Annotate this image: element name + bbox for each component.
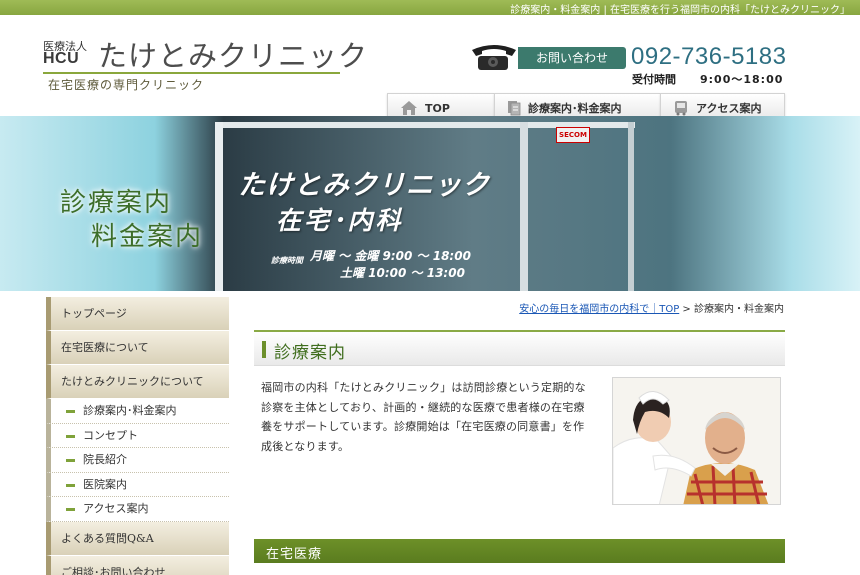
hero-title-line1: 診療案内 bbox=[60, 188, 173, 218]
document-icon bbox=[508, 101, 521, 116]
hero-banner: SECOM 診療案内 料金案内 たけとみクリニック 在宅･内科 診療時間 月曜 … bbox=[0, 116, 860, 291]
sidebar-subitem-label: 診療案内･料金案内 bbox=[83, 404, 177, 417]
site-header: 医療法人 HCU たけとみクリニック 在宅医療の専門クリニック お問い合わせ 0… bbox=[0, 15, 860, 123]
breadcrumb-separator: > bbox=[679, 304, 694, 315]
logo-hcu: HCU bbox=[43, 50, 80, 67]
home-icon bbox=[401, 101, 417, 115]
security-sign: SECOM bbox=[556, 127, 590, 143]
window-frame bbox=[520, 122, 528, 291]
top-strip-text: 診療案内・料金案内 | 在宅医療を行う福岡市の内科「たけとみクリニック」 bbox=[510, 5, 850, 16]
sidebar-subitem-label: コンセプト bbox=[83, 428, 138, 442]
intro-text: 福岡市の内科「たけとみクリニック」は訪問診療という定期的な診察を主体としており、… bbox=[261, 381, 586, 453]
section-heading: 診療案内 bbox=[254, 330, 785, 366]
nurse-patient-image bbox=[613, 378, 780, 504]
telephone-icon bbox=[472, 45, 516, 70]
glass-hours-weekday: 月曜 〜 金曜 9:00 〜 18:00 bbox=[310, 249, 471, 263]
logo-subtitle: 在宅医療の専門クリニック bbox=[48, 78, 205, 92]
sidebar-subitem-access[interactable]: アクセス案内 bbox=[46, 497, 229, 522]
glass-hours-saturday: 土曜 10:00 〜 13:00 bbox=[340, 266, 465, 280]
top-strip: 診療案内・料金案内 | 在宅医療を行う福岡市の内科「たけとみクリニック」 bbox=[0, 0, 860, 16]
sidebar-item-top[interactable]: トップページ bbox=[46, 297, 229, 331]
sidebar-subitem-clinic-info[interactable]: 医院案内 bbox=[46, 472, 229, 498]
hours-value: 9:00〜18:00 bbox=[700, 73, 784, 86]
sidebar-subitem-label: アクセス案内 bbox=[83, 502, 149, 516]
bus-icon bbox=[675, 101, 687, 116]
logo-underline bbox=[43, 72, 340, 74]
sidebar-nav: トップページ 在宅医療について たけとみクリニックについて 診療案内･料金案内 … bbox=[46, 297, 229, 575]
hero-title: 診療案内 料金案内 bbox=[60, 186, 203, 254]
gnav-label-top: TOP bbox=[425, 101, 450, 115]
window-frame bbox=[628, 122, 634, 291]
breadcrumb-link-top[interactable]: 安心の毎日を福岡市の内科で｜TOP bbox=[519, 304, 679, 315]
hero-title-line2: 料金案内 bbox=[91, 222, 204, 252]
phone-number[interactable]: 092-736-5183 bbox=[631, 43, 786, 71]
hours-label: 受付時間 bbox=[632, 73, 676, 86]
glass-hours-label: 診療時間 bbox=[271, 256, 303, 265]
logo-clinic-name[interactable]: たけとみクリニック bbox=[98, 33, 368, 75]
breadcrumb-current: 診療案内・料金案内 bbox=[694, 304, 784, 315]
gnav-label-services: 診療案内･料金案内 bbox=[528, 102, 622, 115]
sidebar-item-home-care[interactable]: 在宅医療について bbox=[46, 331, 229, 365]
sidebar-item-faq[interactable]: よくある質問Q&A bbox=[46, 521, 229, 556]
section-heading-text: 診療案内 bbox=[274, 343, 346, 363]
sidebar-subitem-label: 院長紹介 bbox=[83, 453, 127, 467]
nurse-patient-photo bbox=[612, 377, 781, 505]
breadcrumb: 安心の毎日を福岡市の内科で｜TOP > 診療案内・料金案内 bbox=[519, 300, 784, 315]
sidebar-subitem-concept[interactable]: コンセプト bbox=[46, 423, 229, 449]
sidebar-subitem-label: 医院案内 bbox=[83, 477, 127, 491]
sidebar-item-about[interactable]: たけとみクリニックについて bbox=[46, 365, 229, 399]
contact-label: お問い合わせ bbox=[518, 47, 626, 69]
glass-department: 在宅･内科 bbox=[276, 206, 404, 235]
sidebar-subitem-director[interactable]: 院長紹介 bbox=[46, 448, 229, 473]
glass-clinic-name: たけとみクリニック bbox=[238, 170, 490, 201]
sidebar-subitem-services[interactable]: 診療案内･料金案内 bbox=[46, 399, 229, 424]
subsection-heading-text: 在宅医療 bbox=[266, 547, 323, 562]
window-frame bbox=[215, 122, 223, 291]
sidebar-item-contact[interactable]: ご相談･お問い合わせ bbox=[46, 555, 229, 575]
gnav-label-access: アクセス案内 bbox=[696, 102, 762, 115]
subsection-heading: 在宅医療 bbox=[254, 539, 785, 563]
